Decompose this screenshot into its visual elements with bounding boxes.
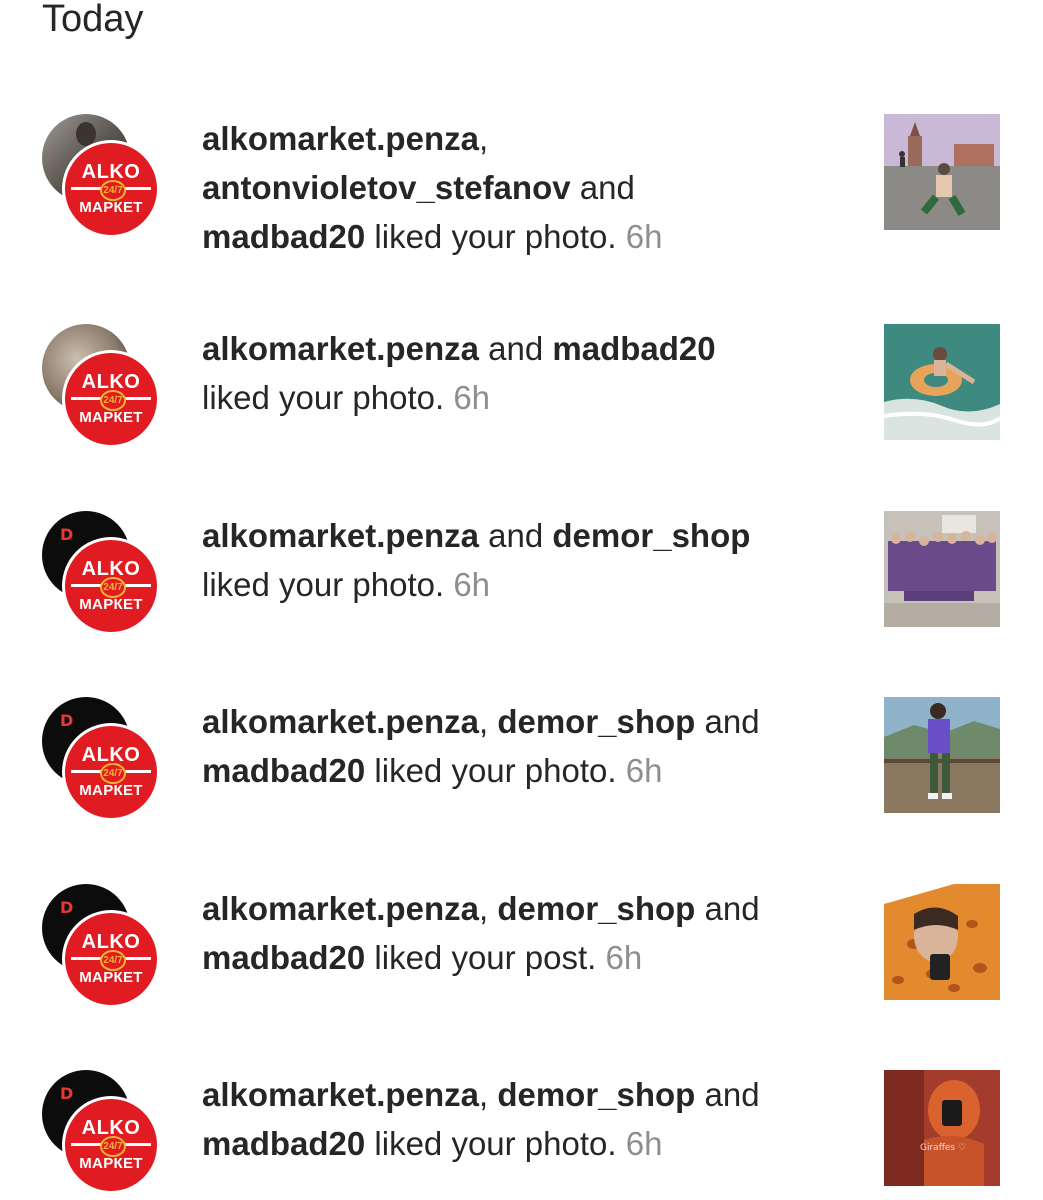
notification-text: alkomarket.penza, antonvioletov_stefanov …: [202, 120, 663, 255]
alko-logo-icon: ALKO 24/7 МАРКЕТ: [65, 913, 157, 1005]
timestamp: 6h: [625, 218, 663, 255]
avatar-stack[interactable]: ALKO 24/7 МАРКЕТ: [42, 324, 167, 448]
avatar-stack[interactable]: D ALKO 24/7 МАРКЕТ: [42, 884, 167, 1008]
post-thumbnail[interactable]: [884, 324, 1000, 440]
post-thumbnail[interactable]: Giraffes ♡: [884, 1070, 1000, 1186]
alko-logo-icon: ALKO 24/7 МАРКЕТ: [65, 143, 157, 235]
username-link[interactable]: alkomarket.penza: [202, 120, 479, 157]
username-link[interactable]: madbad20: [552, 330, 715, 367]
post-thumbnail[interactable]: [884, 884, 1000, 1000]
alkomarket-avatar: ALKO 24/7 МАРКЕТ: [62, 723, 160, 821]
username-link[interactable]: alkomarket.penza: [202, 1076, 479, 1113]
section-title-today: Today: [42, 0, 144, 40]
notification-text: alkomarket.penza and demor_shop liked you…: [202, 517, 751, 603]
timestamp: 6h: [453, 566, 491, 603]
username-link[interactable]: alkomarket.penza: [202, 517, 479, 554]
username-link[interactable]: madbad20: [202, 939, 365, 976]
notification-row[interactable]: D ALKO 24/7 МАРКЕТ alkomarket.penza and …: [0, 511, 1043, 641]
notification-text: alkomarket.penza and madbad20 liked your …: [202, 330, 716, 416]
notification-row[interactable]: D ALKO 24/7 МАРКЕТ alkomarket.penza, dem…: [0, 884, 1043, 1014]
post-thumbnail[interactable]: [884, 697, 1000, 813]
username-link[interactable]: demor_shop: [497, 703, 695, 740]
alko-logo-icon: ALKO 24/7 МАРКЕТ: [65, 540, 157, 632]
username-link[interactable]: demor_shop: [497, 1076, 695, 1113]
notification-row[interactable]: ALKO 24/7 МАРКЕТ alkomarket.penza and ma…: [0, 324, 1043, 454]
demor-logo-icon: D: [60, 898, 74, 917]
alko-logo-icon: ALKO 24/7 МАРКЕТ: [65, 353, 157, 445]
avatar-stack[interactable]: D ALKO 24/7 МАРКЕТ: [42, 511, 167, 635]
timestamp: 6h: [605, 939, 643, 976]
avatar-stack[interactable]: ALKO 24/7 МАРКЕТ: [42, 114, 167, 238]
timestamp: 6h: [625, 752, 663, 789]
alkomarket-avatar: ALKO 24/7 МАРКЕТ: [62, 350, 160, 448]
avatar-stack[interactable]: D ALKO 24/7 МАРКЕТ: [42, 1070, 167, 1194]
post-thumbnail[interactable]: [884, 511, 1000, 627]
notification-row[interactable]: ALKO 24/7 МАРКЕТ alkomarket.penza, antonv…: [0, 114, 1043, 255]
demor-logo-icon: D: [60, 525, 74, 544]
username-link[interactable]: alkomarket.penza: [202, 703, 479, 740]
alkomarket-avatar: ALKO 24/7 МАРКЕТ: [62, 1096, 160, 1194]
thumbnail-caption: Giraffes ♡: [920, 1143, 966, 1153]
username-link[interactable]: demor_shop: [497, 890, 695, 927]
demor-logo-icon: D: [60, 711, 74, 730]
notification-row[interactable]: D ALKO 24/7 МАРКЕТ alkomarket.penza, dem…: [0, 697, 1043, 827]
alkomarket-avatar: ALKO 24/7 МАРКЕТ: [62, 910, 160, 1008]
demor-logo-icon: D: [60, 1084, 74, 1103]
notification-text: alkomarket.penza, demor_shop and madbad20…: [202, 703, 760, 789]
username-link[interactable]: madbad20: [202, 218, 365, 255]
post-thumbnail[interactable]: [884, 114, 1000, 230]
username-link[interactable]: alkomarket.penza: [202, 890, 479, 927]
username-link[interactable]: madbad20: [202, 752, 365, 789]
username-link[interactable]: demor_shop: [552, 517, 750, 554]
username-link[interactable]: alkomarket.penza: [202, 330, 479, 367]
avatar-stack[interactable]: D ALKO 24/7 МАРКЕТ: [42, 697, 167, 821]
timestamp: 6h: [625, 1125, 663, 1162]
timestamp: 6h: [453, 379, 491, 416]
alkomarket-avatar: ALKO 24/7 МАРКЕТ: [62, 140, 160, 238]
username-link[interactable]: antonvioletov_stefanov: [202, 169, 571, 206]
alko-logo-icon: ALKO 24/7 МАРКЕТ: [65, 726, 157, 818]
alkomarket-avatar: ALKO 24/7 МАРКЕТ: [62, 537, 160, 635]
username-link[interactable]: madbad20: [202, 1125, 365, 1162]
notification-row[interactable]: D ALKO 24/7 МАРКЕТ alkomarket.penza, dem…: [0, 1070, 1043, 1200]
notification-text: alkomarket.penza, demor_shop and madbad20…: [202, 1076, 760, 1162]
alko-logo-icon: ALKO 24/7 МАРКЕТ: [65, 1099, 157, 1191]
notification-text: alkomarket.penza, demor_shop and madbad20…: [202, 890, 760, 976]
